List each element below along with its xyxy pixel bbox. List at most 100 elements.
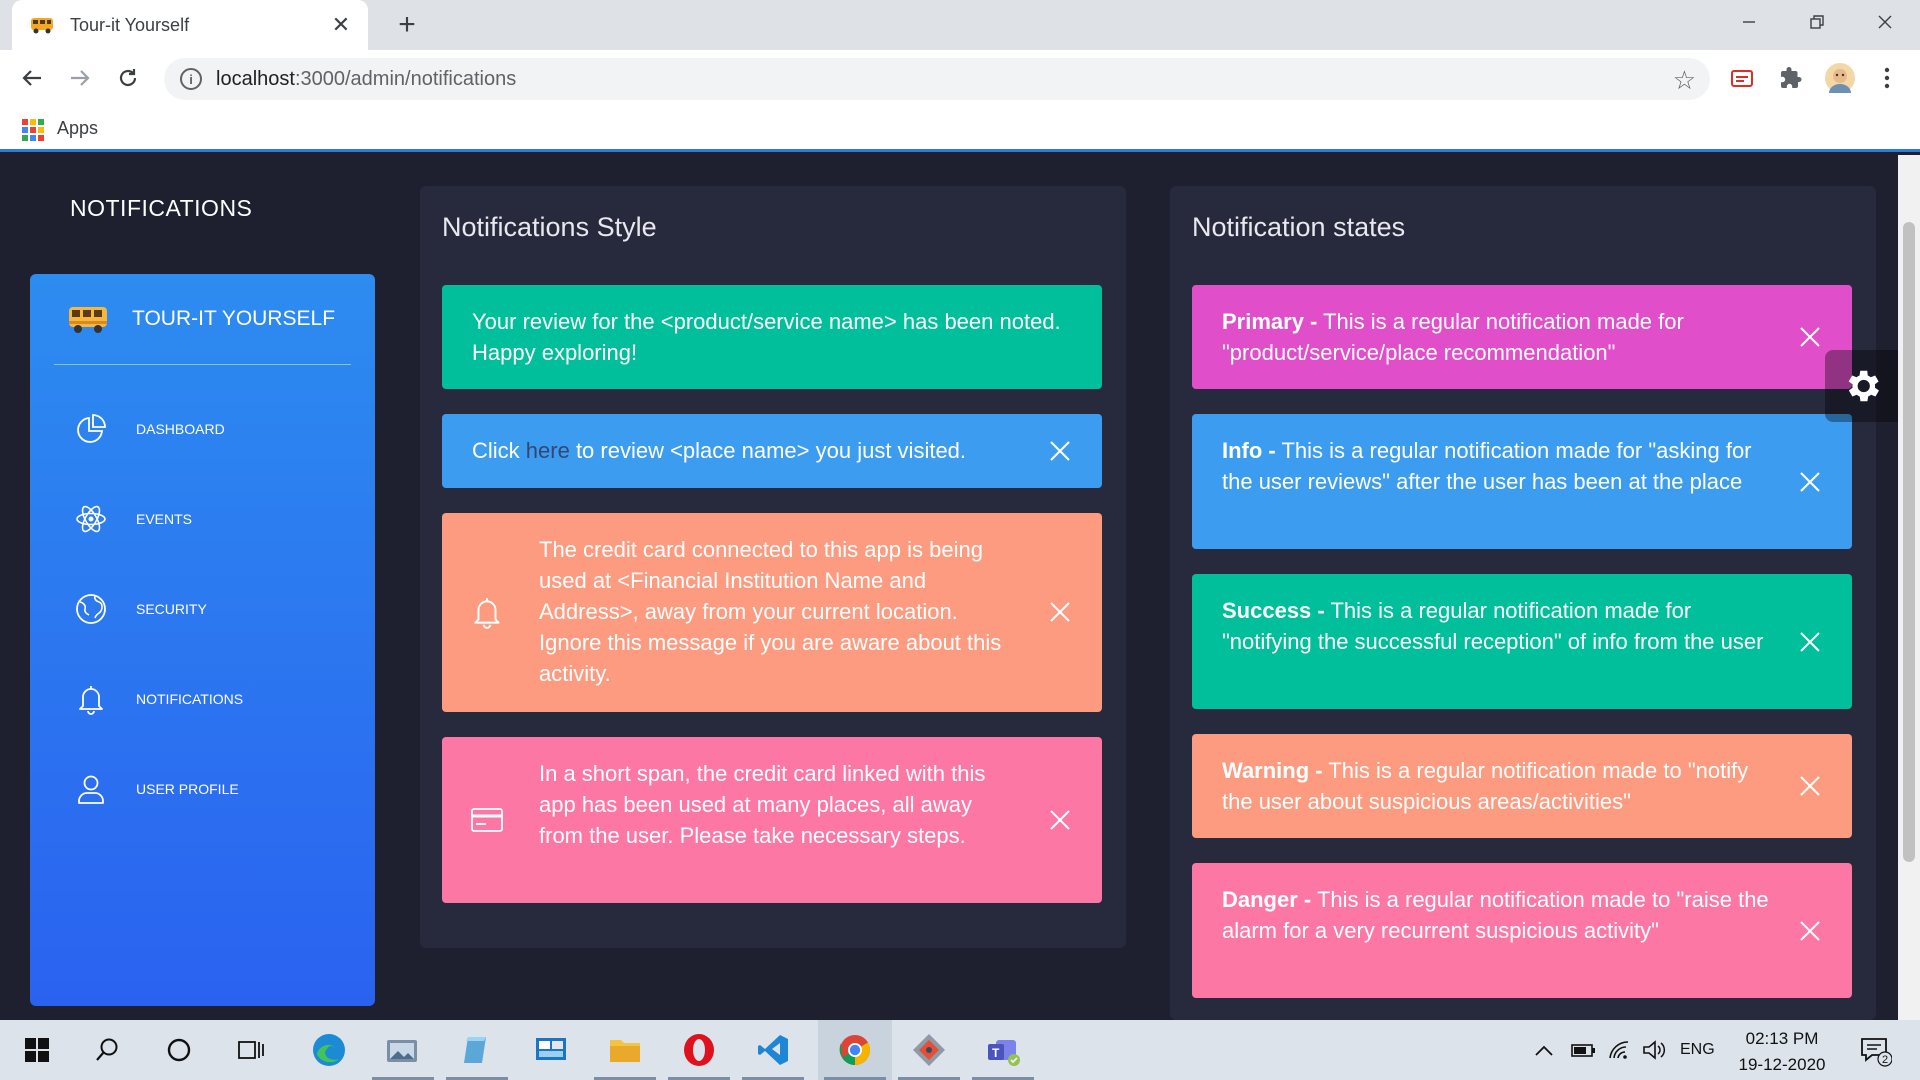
pie-chart-icon (74, 412, 108, 446)
notification-text: Success - This is a regular notification… (1222, 598, 1764, 654)
new-tab-button[interactable]: + (390, 8, 424, 42)
user-icon (74, 772, 108, 806)
apps-bookmark[interactable]: Apps (57, 118, 98, 139)
notification-text: Your review for the <product/service nam… (472, 309, 1061, 365)
search-icon[interactable] (70, 1020, 144, 1080)
close-icon[interactable] (1798, 774, 1822, 798)
bookmarks-bar: Apps (0, 106, 1920, 152)
notepad-app-icon[interactable] (440, 1020, 514, 1080)
file-explorer-icon[interactable] (588, 1020, 662, 1080)
scrollbar-thumb[interactable] (1903, 222, 1915, 862)
minimize-icon[interactable] (1715, 0, 1783, 44)
bus-icon (31, 18, 53, 34)
action-center-icon[interactable]: 2 (1858, 1020, 1892, 1080)
notification-info: Info - This is a regular notification ma… (1192, 414, 1852, 549)
bookmark-star-icon[interactable]: ☆ (1673, 65, 1696, 96)
windows-start-icon[interactable] (0, 1020, 74, 1080)
brand[interactable]: TOUR-IT YOURSELF (68, 304, 335, 334)
svg-text:T: T (992, 1046, 1000, 1060)
bell-icon (474, 598, 500, 629)
gear-icon (1848, 370, 1879, 402)
reload-icon[interactable] (112, 62, 144, 94)
notification-danger: Danger - This is a regular notification … (1192, 863, 1852, 998)
extensions-puzzle-icon[interactable] (1776, 63, 1806, 93)
browser-toolbar: i localhost:3000/admin/notifications ☆ (0, 50, 1920, 106)
teams-app-icon[interactable]: T (966, 1020, 1040, 1080)
close-icon[interactable] (1048, 600, 1072, 624)
settings-button[interactable] (1825, 350, 1898, 422)
window-close-icon[interactable] (1851, 0, 1919, 44)
cortana-icon[interactable] (142, 1020, 216, 1080)
tab-close-icon[interactable]: ✕ (328, 12, 354, 38)
system-clock[interactable]: 02:13 PM 19-12-2020 (1722, 1026, 1842, 1078)
card-title: Notification states (1192, 212, 1406, 242)
sidebar-item-notifications[interactable]: NOTIFICATIONS (74, 682, 243, 716)
card-title: Notifications Style (442, 212, 657, 242)
browser-tab[interactable]: Tour-it Yourself ✕ (12, 0, 368, 50)
photos-app-icon[interactable] (366, 1020, 440, 1080)
apps-icon[interactable] (22, 119, 44, 141)
extension-reader-icon[interactable] (1727, 63, 1757, 93)
notification-credit-card-location: The credit card connected to this app is… (442, 513, 1102, 712)
tab-strip: Tour-it Yourself ✕ + (0, 0, 1920, 50)
close-icon[interactable] (1798, 919, 1822, 943)
sidebar-item-security[interactable]: SECURITY (74, 592, 207, 626)
notification-review-success: Your review for the <product/service nam… (442, 285, 1102, 389)
globe-icon (74, 592, 108, 626)
notification-text: Primary - This is a regular notification… (1222, 309, 1684, 365)
git-tool-icon[interactable] (892, 1020, 966, 1080)
page-scrollbar[interactable] (1898, 155, 1920, 1020)
here-link[interactable]: here (526, 438, 570, 463)
forward-icon[interactable] (64, 62, 96, 94)
language-indicator[interactable]: ENG (1680, 1020, 1715, 1080)
notification-success: Success - This is a regular notification… (1192, 574, 1852, 709)
close-icon[interactable] (1048, 439, 1072, 463)
notification-text: The credit card connected to this app is… (539, 537, 1002, 686)
wifi-icon[interactable] (1608, 1020, 1632, 1080)
page-content: NOTIFICATIONS TOUR-IT YOURSELF DASHBOARD… (0, 155, 1898, 1020)
notification-text: Warning - This is a regular notification… (1222, 758, 1749, 814)
sidebar-item-label: USER PROFILE (136, 781, 239, 797)
tab-title: Tour-it Yourself (70, 14, 190, 35)
notification-text: In a short span, the credit card linked … (539, 761, 986, 848)
profile-avatar[interactable] (1825, 63, 1855, 93)
restore-icon[interactable] (1783, 0, 1851, 44)
vscode-icon[interactable] (736, 1020, 810, 1080)
sidebar-item-events[interactable]: EVENTS (74, 502, 192, 536)
close-icon[interactable] (1798, 325, 1822, 349)
notification-states-card: Notification states Primary - This is a … (1170, 186, 1876, 1020)
sidebar-item-label: SECURITY (136, 601, 207, 617)
back-icon[interactable] (16, 62, 48, 94)
battery-icon[interactable] (1570, 1020, 1596, 1080)
close-icon[interactable] (1798, 470, 1822, 494)
sidebar-item-label: DASHBOARD (136, 421, 225, 437)
volume-icon[interactable] (1642, 1020, 1666, 1080)
task-view-icon[interactable] (214, 1020, 288, 1080)
control-panel-icon[interactable] (514, 1020, 588, 1080)
browser-menu-icon[interactable] (1872, 63, 1902, 93)
sidebar-divider (54, 364, 351, 365)
notification-count-badge: 2 (1882, 1054, 1888, 1066)
clock-date: 19-12-2020 (1738, 1055, 1826, 1074)
bus-logo-icon (69, 307, 107, 333)
address-bar[interactable]: i localhost:3000/admin/notifications ☆ (164, 58, 1710, 100)
atom-icon (74, 502, 108, 536)
clock-time: 02:13 PM (1745, 1029, 1819, 1048)
notification-warning: Warning - This is a regular notification… (1192, 734, 1852, 838)
close-icon[interactable] (1048, 808, 1072, 832)
show-hidden-icons-chevron-up-icon[interactable] (1534, 1020, 1554, 1080)
opera-browser-icon[interactable] (662, 1020, 736, 1080)
page-title: NOTIFICATIONS (70, 195, 253, 221)
credit-card-icon (471, 808, 503, 832)
notification-text: Info - This is a regular notification ma… (1222, 438, 1752, 494)
site-info-icon[interactable]: i (180, 68, 202, 90)
windows-taskbar: T ENG 02:13 PM 19-12-2020 2 (0, 1020, 1920, 1080)
sidebar-item-dashboard[interactable]: DASHBOARD (74, 412, 225, 446)
notification-text: Click here to review <place name> you ju… (472, 438, 967, 463)
chrome-browser-icon[interactable] (818, 1020, 892, 1080)
sidebar-item-user-profile[interactable]: USER PROFILE (74, 772, 239, 806)
notifications-style-card: Notifications Style Your review for the … (420, 186, 1126, 948)
edge-browser-icon[interactable] (292, 1020, 366, 1080)
sidebar-item-label: EVENTS (136, 511, 193, 527)
close-icon[interactable] (1798, 630, 1822, 654)
